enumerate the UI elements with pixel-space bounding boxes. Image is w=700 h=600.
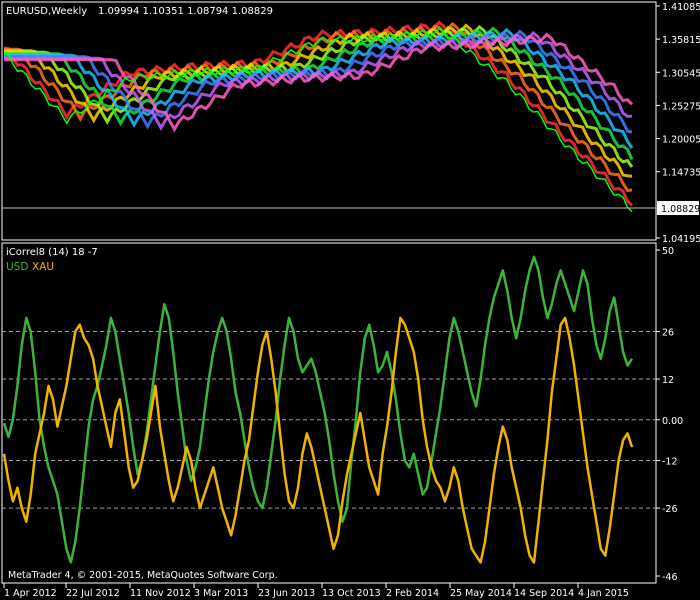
indicator-tick-label: 50 (662, 246, 674, 257)
moving-average-ribbon (3, 20, 634, 207)
price-tick-label: 1.14735 (662, 168, 700, 179)
time-tick-label: 4 Jan 2015 (578, 588, 629, 599)
time-axis: 1 Apr 2012 22 Jul 2012 11 Nov 2012 3 Mar 20… (3, 583, 629, 599)
indicator-tick-label: 26 (662, 328, 674, 339)
price-tick-label: 1.20005 (662, 135, 700, 146)
time-tick-label: 13 Oct 2013 (322, 588, 381, 599)
time-tick-label: 11 Nov 2012 (130, 588, 191, 599)
metatrader-chart[interactable]: EURUSD,Weekly 1.09994 1.10351 1.08794 1.… (0, 0, 700, 600)
price-tick-label: 1.04195 (662, 234, 700, 245)
indicator-tick-label: -26 (662, 504, 678, 515)
price-panel[interactable]: EURUSD,Weekly 1.09994 1.10351 1.08794 1.… (1, 1, 700, 245)
time-tick-label: 3 Mar 2013 (194, 588, 248, 599)
time-tick-label: 2 Feb 2014 (386, 588, 439, 599)
indicator-panel[interactable]: iCorrel8 (14) 18 -7 USD XAU 50 26 12 0.00 -1… (1, 242, 683, 584)
legend-xau: XAU (32, 261, 54, 273)
indicator-axis: 50 26 12 0.00 -12 -26 -46 (656, 246, 683, 583)
time-tick-label: 1 Apr 2012 (4, 588, 57, 599)
ribbon-ma-line (4, 23, 633, 178)
indicator-title: iCorrel8 (14) 18 -7 (6, 247, 98, 258)
time-tick-label: 22 Jul 2012 (66, 588, 120, 599)
current-price-label: 1.08829 (661, 204, 700, 215)
price-tick-label: 1.35815 (662, 35, 700, 46)
indicator-tick-label: -46 (662, 572, 678, 583)
indicator-tick-label: 0.00 (662, 416, 683, 427)
price-tick-label: 1.41085 (662, 2, 700, 13)
indicator-gridlines (2, 331, 656, 509)
time-tick-label: 14 Sep 2014 (514, 588, 574, 599)
time-tick-label: 25 May 2014 (450, 588, 512, 599)
xau-correlation-line (2, 316, 634, 564)
price-tick-label: 1.30545 (662, 68, 700, 79)
close-line (3, 27, 633, 213)
ohlc-readout: 1.09994 1.10351 1.08794 1.08829 (98, 6, 273, 17)
symbol-title: EURUSD,Weekly (6, 6, 87, 17)
indicator-tick-label: -12 (662, 457, 678, 468)
indicator-tick-label: 12 (662, 375, 674, 386)
time-tick-label: 23 Jun 2013 (258, 588, 315, 599)
legend-usd: USD (6, 261, 28, 273)
copyright-text: MetaTrader 4, © 2001-2015, MetaQuotes So… (8, 570, 278, 581)
price-tick-label: 1.25275 (662, 101, 700, 112)
